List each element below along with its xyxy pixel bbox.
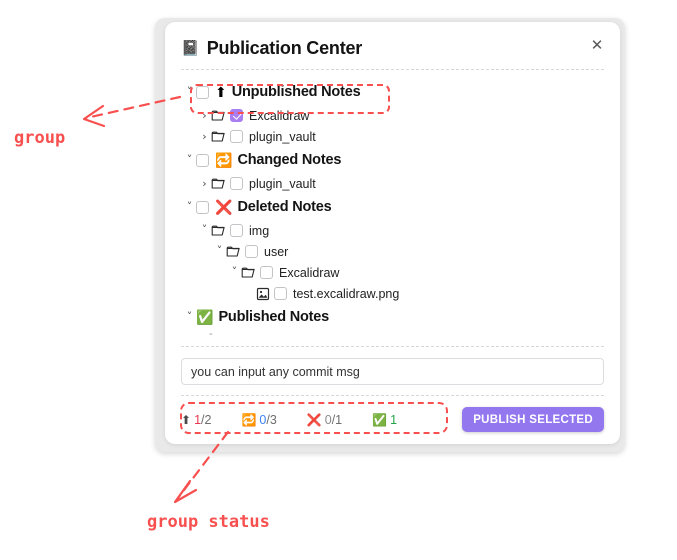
tree-item-img[interactable]: ˅ img <box>181 220 604 241</box>
tree-group-label: Unpublished Notes <box>231 84 361 100</box>
close-icon[interactable]: ✕ <box>584 32 610 58</box>
unpublished-notes-status-icon: ⬆ <box>215 84 227 100</box>
folder-icon <box>211 130 227 144</box>
tree-group-label: Deleted Notes <box>237 199 332 215</box>
folder-icon <box>226 245 242 259</box>
chevron-down-icon[interactable]: ˅ <box>183 311 196 322</box>
status-count-current: 0 <box>259 412 267 427</box>
checkbox-test-excalidraw-png[interactable] <box>274 287 287 300</box>
checkbox-user[interactable] <box>245 245 258 258</box>
checkbox-plugin-vault[interactable] <box>230 177 243 190</box>
tree-group-label: Changed Notes <box>237 152 342 168</box>
tree-group-unpublished-notes[interactable]: ˅ ⬆ Unpublished Notes <box>181 79 604 105</box>
changed-status-icon: 🔁 <box>241 412 257 427</box>
status-count-total: /3 <box>266 412 277 427</box>
tree-group-deleted-notes[interactable]: ˅ ❌ Deleted Notes <box>181 194 604 220</box>
tree-item-label: Excalidraw <box>279 265 340 280</box>
tree-item-user[interactable]: ˅ user <box>181 241 604 262</box>
status-count-current: 1 <box>390 412 398 427</box>
notebook-icon: 📓 <box>181 40 200 57</box>
annotation-label-group: group <box>14 128 66 148</box>
folder-icon <box>211 224 227 238</box>
tree-group-changed-notes[interactable]: ˅ 🔁 Changed Notes <box>181 147 604 173</box>
status-unpublished: ⬆ 1/2 <box>181 413 211 427</box>
group-status-bar: ⬆ 1/2 🔁 0/3 ❌ 0/1 ✅ 1 <box>181 413 462 427</box>
status-published: ✅ 1 <box>372 413 397 427</box>
tree-item-excalidraw[interactable]: ˅ Excalidraw <box>181 262 604 283</box>
checkbox-changed-notes[interactable] <box>196 153 209 167</box>
commit-message-input[interactable] <box>181 358 604 385</box>
annotation-label-group-status: group status <box>147 512 270 532</box>
published-status-icon: ✅ <box>372 412 388 427</box>
chevron-down-icon[interactable]: ˅ <box>198 224 211 235</box>
checkbox-img[interactable] <box>230 224 243 237</box>
deleted-status-icon: ❌ <box>306 412 322 427</box>
commit-input-area <box>181 347 604 395</box>
checkbox-excalidraw[interactable] <box>230 109 243 122</box>
changed-notes-status-icon: 🔁 <box>215 152 233 168</box>
chevron-down-icon[interactable]: ˅ <box>213 245 226 256</box>
tree-item-plugin-vault[interactable]: › plugin_vault <box>181 126 604 147</box>
chevron-down-icon[interactable]: ˅ <box>183 154 196 165</box>
dialog-header: 📓 Publication Center <box>181 22 604 69</box>
status-count-current: 1 <box>194 412 202 427</box>
published-notes-status-icon: ✅ <box>196 309 214 325</box>
checkbox-excalidraw[interactable] <box>260 266 273 279</box>
tree-group-label: Published Notes <box>218 309 330 325</box>
chevron-down-icon[interactable]: ˅ <box>183 201 196 212</box>
folder-icon <box>241 266 257 280</box>
tree-group-published-notes[interactable]: ˅ ✅ Published Notes <box>181 304 604 330</box>
publication-center-dialog: 📓 Publication Center ✕ ˅ ⬆ Unpublished Not… <box>165 22 620 444</box>
dialog-footer: ⬆ 1/2 🔁 0/3 ❌ 0/1 ✅ 1 PUBLISH SELECTED <box>181 396 604 432</box>
chevron-down-icon[interactable]: ˅ <box>228 266 241 277</box>
checkbox-unpublished-notes[interactable] <box>196 85 209 99</box>
deleted-notes-status-icon: ❌ <box>215 199 233 215</box>
tree-group-empty-stub: - <box>209 328 213 340</box>
tree-item-label: test.excalidraw.png <box>293 286 400 301</box>
status-count-total: /2 <box>201 412 212 427</box>
screenshot-root: 📓 Publication Center ✕ ˅ ⬆ Unpublished Not… <box>0 0 677 560</box>
tree-item-label: plugin_vault <box>249 129 316 144</box>
status-changed: 🔁 0/3 <box>241 413 276 427</box>
folder-icon <box>211 177 227 191</box>
status-count-total: /1 <box>331 412 343 427</box>
tree-item-label: img <box>249 223 270 238</box>
chevron-down-icon[interactable]: ˅ <box>183 86 196 97</box>
checkbox-deleted-notes[interactable] <box>196 200 209 214</box>
chevron-right-icon[interactable]: › <box>198 131 211 142</box>
status-count-current: 0 <box>324 412 332 427</box>
tree-item-excalidraw[interactable]: › Excalidraw <box>181 105 604 126</box>
chevron-right-icon[interactable]: › <box>198 110 211 121</box>
notes-tree: ˅ ⬆ Unpublished Notes › Excalidraw › plugin_va… <box>181 70 604 340</box>
folder-icon <box>211 109 227 123</box>
tree-item-label: plugin_vault <box>249 176 316 191</box>
checkbox-plugin-vault[interactable] <box>230 130 243 143</box>
publish-selected-button[interactable]: PUBLISH SELECTED <box>462 407 604 432</box>
unpublished-status-icon: ⬆ <box>181 412 192 427</box>
page-title: Publication Center <box>206 38 363 58</box>
status-deleted: ❌ 0/1 <box>307 413 342 427</box>
tree-item-label: Excalidraw <box>249 108 310 123</box>
tree-item-test-excalidraw-png[interactable]: test.excalidraw.png <box>181 283 604 304</box>
image-file-icon <box>256 287 271 301</box>
tree-item-plugin-vault[interactable]: › plugin_vault <box>181 173 604 194</box>
chevron-right-icon[interactable]: › <box>198 178 211 189</box>
tree-item-label: user <box>264 244 289 259</box>
